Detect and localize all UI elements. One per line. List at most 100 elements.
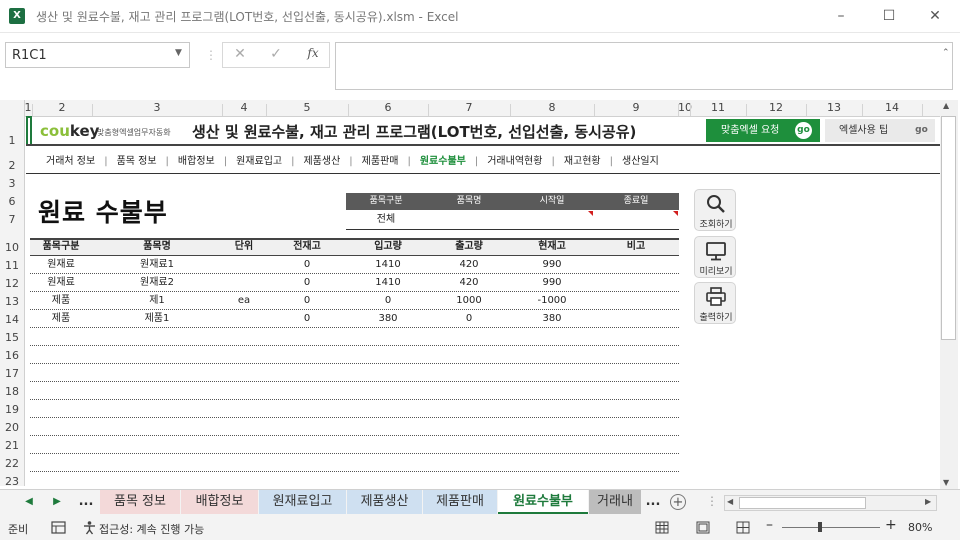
nav-item-active[interactable]: 원료수불부: [420, 152, 466, 167]
nav-item[interactable]: 원재료입고: [236, 152, 282, 167]
table-cell[interactable]: 원재료1: [92, 256, 222, 274]
sheet-tab[interactable]: 배합정보: [181, 490, 258, 514]
row-header[interactable]: 22: [0, 457, 24, 470]
cancel-icon[interactable]: ✕: [230, 46, 250, 62]
table-cell[interactable]: 0: [266, 256, 348, 274]
column-header[interactable]: 14: [862, 100, 922, 116]
print-button[interactable]: 출력하기: [694, 282, 736, 324]
formula-input[interactable]: [335, 42, 953, 90]
row-header[interactable]: 1: [0, 134, 24, 147]
row-header[interactable]: 3: [0, 177, 24, 190]
column-header[interactable]: 8: [510, 100, 594, 116]
macro-record-icon[interactable]: [51, 521, 66, 534]
table-cell[interactable]: 420: [428, 256, 510, 274]
column-header[interactable]: 9: [594, 100, 678, 116]
row-header[interactable]: 7: [0, 213, 24, 226]
filter-item-name[interactable]: [428, 211, 510, 228]
row-header[interactable]: 15: [0, 331, 24, 344]
row-header[interactable]: 17: [0, 367, 24, 380]
more-sheets-right[interactable]: ...: [641, 490, 665, 514]
table-cell[interactable]: [594, 256, 678, 274]
table-cell[interactable]: 420: [428, 274, 510, 292]
horizontal-scroll-thumb[interactable]: [739, 497, 866, 509]
sheet-tab-active[interactable]: 원료수불부: [498, 490, 588, 514]
row-header[interactable]: 23: [0, 475, 24, 488]
row-header[interactable]: 16: [0, 349, 24, 362]
scroll-down-icon[interactable]: ▼: [943, 478, 949, 487]
table-cell[interactable]: 원재료: [30, 256, 92, 274]
search-button[interactable]: 조회하기: [694, 189, 736, 231]
column-header[interactable]: 11: [690, 100, 746, 116]
table-cell[interactable]: [594, 274, 678, 292]
column-header[interactable]: 13: [806, 100, 862, 116]
table-cell[interactable]: 원재료: [30, 274, 92, 292]
sheet-tab[interactable]: 거래내: [589, 490, 641, 514]
add-sheet-icon[interactable]: +: [670, 494, 686, 510]
nav-item[interactable]: 거래내역현황: [487, 152, 542, 167]
row-header[interactable]: 2: [0, 159, 24, 172]
column-header[interactable]: 1: [24, 100, 32, 116]
table-cell[interactable]: [222, 310, 266, 328]
more-sheets-left[interactable]: ...: [74, 490, 98, 514]
nav-item[interactable]: 제품판매: [362, 152, 399, 167]
column-header[interactable]: 7: [428, 100, 510, 116]
scroll-right-icon[interactable]: ▶: [925, 497, 931, 506]
row-header[interactable]: 12: [0, 277, 24, 290]
table-cell[interactable]: 제품: [30, 310, 92, 328]
drag-handle-icon[interactable]: ⋮: [205, 48, 217, 62]
column-header[interactable]: 3: [92, 100, 222, 116]
minimize-button[interactable]: –: [818, 4, 864, 28]
nav-item[interactable]: 배합정보: [178, 152, 215, 167]
sheet-tab[interactable]: 원재료입고: [259, 490, 346, 514]
table-cell[interactable]: [222, 256, 266, 274]
chevron-down-icon[interactable]: ▼: [175, 48, 182, 58]
custom-excel-request-button[interactable]: 맞춤엑셀 요청 go: [706, 119, 820, 142]
maximize-button[interactable]: ☐: [866, 4, 912, 28]
column-header[interactable]: 4: [222, 100, 266, 116]
sheet-tab[interactable]: 품목 정보: [100, 490, 180, 514]
nav-item[interactable]: 제품생산: [303, 152, 340, 167]
formula-expand-icon[interactable]: ⌃: [942, 48, 950, 58]
sheet-tab[interactable]: 제품생산: [347, 490, 422, 514]
table-cell[interactable]: 1410: [348, 274, 428, 292]
table-cell[interactable]: [594, 310, 678, 328]
zoom-out-icon[interactable]: –: [766, 517, 773, 533]
nav-item[interactable]: 거래처 정보: [46, 152, 95, 167]
table-cell[interactable]: 제품1: [92, 310, 222, 328]
table-cell[interactable]: 1410: [348, 256, 428, 274]
table-cell[interactable]: 0: [266, 274, 348, 292]
column-header[interactable]: 2: [32, 100, 92, 116]
nav-item[interactable]: 품목 정보: [117, 152, 157, 167]
drag-handle-icon[interactable]: ⋮: [706, 494, 718, 508]
filter-end-date[interactable]: [594, 211, 678, 228]
row-header[interactable]: 21: [0, 439, 24, 452]
sheet-tab[interactable]: 제품판매: [423, 490, 497, 514]
row-header[interactable]: 10: [0, 241, 24, 254]
page-layout-view-icon[interactable]: [696, 521, 710, 534]
next-sheet-icon[interactable]: ▶: [46, 490, 68, 514]
column-header[interactable]: 10: [678, 100, 692, 116]
column-header[interactable]: 6: [348, 100, 428, 116]
table-cell[interactable]: 원재료2: [92, 274, 222, 292]
accessibility-icon[interactable]: [82, 520, 97, 535]
filter-item-type[interactable]: 전체: [346, 211, 426, 228]
normal-view-icon[interactable]: [655, 521, 669, 534]
table-cell[interactable]: 990: [510, 256, 594, 274]
nav-item[interactable]: 재고현황: [564, 152, 601, 167]
table-cell[interactable]: 1000: [428, 292, 510, 310]
select-all-corner[interactable]: [0, 100, 25, 116]
row-header[interactable]: 6: [0, 195, 24, 208]
scroll-up-icon[interactable]: ▲: [943, 101, 949, 110]
scroll-left-icon[interactable]: ◀: [727, 497, 733, 506]
table-cell[interactable]: 0: [266, 292, 348, 310]
close-button[interactable]: ✕: [912, 4, 958, 28]
table-cell[interactable]: 380: [348, 310, 428, 328]
table-cell[interactable]: 380: [510, 310, 594, 328]
table-cell[interactable]: 0: [266, 310, 348, 328]
preview-button[interactable]: 미리보기: [694, 236, 736, 278]
filter-start-date[interactable]: [510, 211, 594, 228]
table-cell[interactable]: 990: [510, 274, 594, 292]
column-header[interactable]: 12: [746, 100, 806, 116]
zoom-slider-track[interactable]: [782, 527, 880, 528]
row-header[interactable]: 19: [0, 403, 24, 416]
